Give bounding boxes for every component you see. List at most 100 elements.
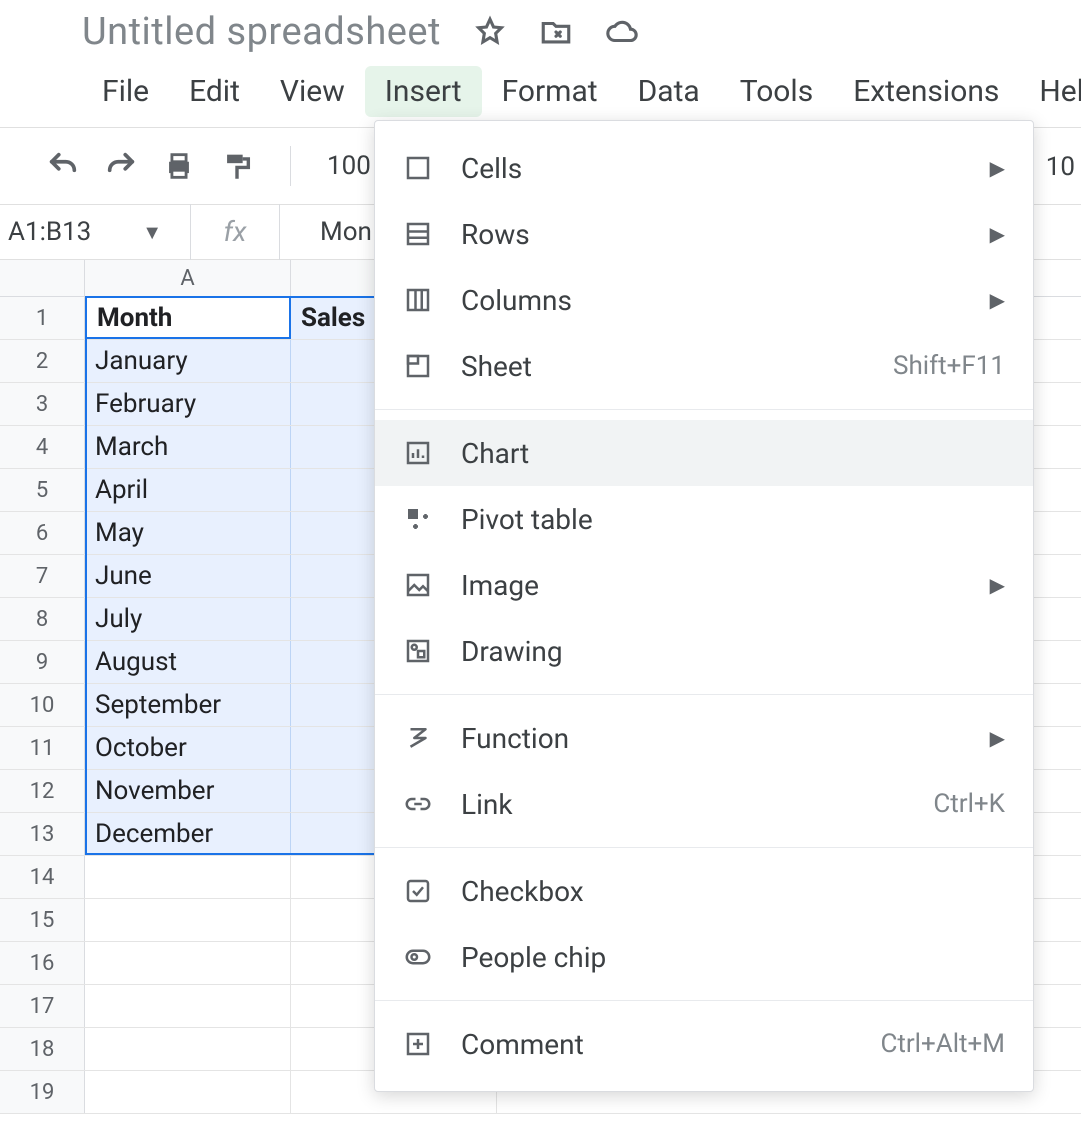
name-box[interactable]: A1:B13 ▼ (0, 217, 190, 247)
row-header[interactable]: 15 (0, 899, 85, 941)
row-header[interactable]: 9 (0, 641, 85, 683)
toolbar-divider (290, 146, 291, 186)
menu-tools[interactable]: Tools (720, 66, 833, 117)
row-header[interactable]: 6 (0, 512, 85, 554)
row-header[interactable]: 14 (0, 856, 85, 898)
row-header[interactable]: 10 (0, 684, 85, 726)
menu-insert[interactable]: Insert (365, 66, 482, 117)
fx-label: fx (190, 204, 280, 260)
undo-icon[interactable] (46, 149, 80, 183)
insert-checkbox-label: Checkbox (461, 875, 1005, 908)
column-header-A[interactable]: A (85, 260, 291, 296)
cloud-saved-icon[interactable] (605, 15, 639, 49)
menu-edit[interactable]: Edit (169, 66, 260, 117)
insert-image[interactable]: Image ▶ (375, 552, 1033, 618)
print-icon[interactable] (162, 149, 196, 183)
menu-view[interactable]: View (260, 66, 365, 117)
cell[interactable]: Month (85, 297, 291, 339)
cell[interactable]: May (85, 512, 291, 554)
insert-link[interactable]: Link Ctrl+K (375, 771, 1033, 837)
cell[interactable] (85, 856, 291, 898)
name-box-value: A1:B13 (8, 217, 91, 247)
cell[interactable] (85, 1028, 291, 1070)
row-header[interactable]: 18 (0, 1028, 85, 1070)
cell[interactable]: February (85, 383, 291, 425)
insert-menu: Cells ▶ Rows ▶ Columns ▶ Sheet Shift+F11… (374, 120, 1034, 1092)
menu-extensions[interactable]: Extensions (833, 66, 1019, 117)
insert-chart-label: Chart (461, 437, 1005, 470)
people-chip-icon (403, 942, 433, 972)
insert-cells[interactable]: Cells ▶ (375, 135, 1033, 201)
menu-separator (375, 1000, 1033, 1001)
menu-data[interactable]: Data (618, 66, 720, 117)
row-header[interactable]: 8 (0, 598, 85, 640)
menu-separator (375, 847, 1033, 848)
menu-help[interactable]: Help (1019, 66, 1081, 117)
menu-format[interactable]: Format (482, 66, 618, 117)
cell[interactable] (85, 942, 291, 984)
name-box-dropdown-icon[interactable]: ▼ (142, 220, 162, 245)
checkbox-icon (403, 876, 433, 906)
cell[interactable]: September (85, 684, 291, 726)
cell[interactable]: November (85, 770, 291, 812)
cell[interactable]: January (85, 340, 291, 382)
drawing-icon (403, 636, 433, 666)
row-header[interactable]: 7 (0, 555, 85, 597)
cell[interactable]: April (85, 469, 291, 511)
redo-icon[interactable] (104, 149, 138, 183)
insert-function[interactable]: Function ▶ (375, 705, 1033, 771)
submenu-arrow-icon: ▶ (990, 288, 1005, 312)
row-header[interactable]: 2 (0, 340, 85, 382)
doc-title[interactable]: Untitled spreadsheet (82, 10, 441, 54)
row-header[interactable]: 11 (0, 727, 85, 769)
row-header[interactable]: 19 (0, 1071, 85, 1113)
row-header[interactable]: 3 (0, 383, 85, 425)
insert-people-chip[interactable]: People chip (375, 924, 1033, 990)
insert-chart[interactable]: Chart (375, 420, 1033, 486)
link-icon (403, 789, 433, 819)
row-header[interactable]: 12 (0, 770, 85, 812)
cell[interactable]: March (85, 426, 291, 468)
row-header[interactable]: 1 (0, 297, 85, 339)
row-header[interactable]: 4 (0, 426, 85, 468)
cell[interactable]: June (85, 555, 291, 597)
star-icon[interactable] (473, 15, 507, 49)
cell[interactable]: October (85, 727, 291, 769)
menu-separator (375, 694, 1033, 695)
cell[interactable] (85, 985, 291, 1027)
cell[interactable]: December (85, 813, 291, 855)
insert-drawing[interactable]: Drawing (375, 618, 1033, 684)
insert-pivot-table[interactable]: Pivot table (375, 486, 1033, 552)
comment-icon (403, 1029, 433, 1059)
paint-format-icon[interactable] (220, 149, 254, 183)
function-icon (403, 723, 433, 753)
cell[interactable] (85, 899, 291, 941)
insert-columns[interactable]: Columns ▶ (375, 267, 1033, 333)
sheet-icon (403, 351, 433, 381)
menubar: File Edit View Insert Format Data Tools … (82, 66, 1081, 117)
formula-input[interactable]: Mon (280, 217, 372, 247)
insert-image-label: Image (461, 569, 952, 602)
insert-rows[interactable]: Rows ▶ (375, 201, 1033, 267)
zoom-value[interactable]: 100 (327, 151, 371, 181)
insert-columns-label: Columns (461, 284, 952, 317)
insert-sheet[interactable]: Sheet Shift+F11 (375, 333, 1033, 399)
insert-people-chip-label: People chip (461, 941, 1005, 974)
cell[interactable]: August (85, 641, 291, 683)
select-all-corner[interactable] (0, 260, 85, 296)
insert-function-label: Function (461, 722, 952, 755)
row-header[interactable]: 17 (0, 985, 85, 1027)
row-header[interactable]: 5 (0, 469, 85, 511)
row-header[interactable]: 16 (0, 942, 85, 984)
submenu-arrow-icon: ▶ (990, 156, 1005, 180)
menu-file[interactable]: File (82, 66, 169, 117)
cell[interactable]: July (85, 598, 291, 640)
move-to-folder-icon[interactable] (539, 15, 573, 49)
insert-checkbox[interactable]: Checkbox (375, 858, 1033, 924)
submenu-arrow-icon: ▶ (990, 222, 1005, 246)
row-header[interactable]: 13 (0, 813, 85, 855)
right-counter: 10 (1046, 152, 1075, 182)
insert-link-label: Link (461, 788, 905, 821)
cell[interactable] (85, 1071, 291, 1113)
insert-comment[interactable]: Comment Ctrl+Alt+M (375, 1011, 1033, 1077)
